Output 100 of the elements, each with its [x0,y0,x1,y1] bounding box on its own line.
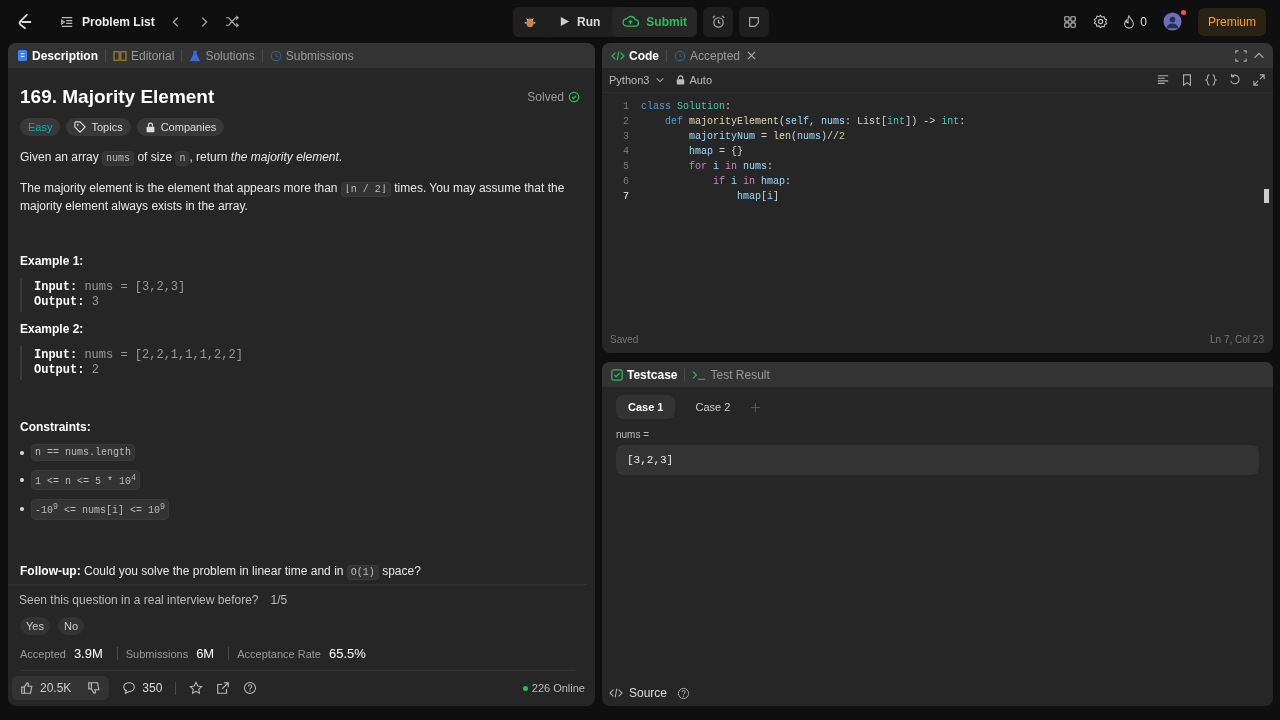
premium-button[interactable]: Premium [1198,7,1266,36]
follow-up-text: Follow-up: Could you solve the problem in linear time and in O(1) space? [20,562,422,581]
line-number: 6 [622,176,630,187]
panel-tab[interactable]: Accepted [673,48,742,63]
problem-title: 169. Majority Element [20,86,215,108]
scrollbar-thumb[interactable] [1264,189,1269,203]
book-icon [113,49,127,62]
example-output-text: Output: 3 [34,295,99,309]
timer-button[interactable] [703,6,733,37]
terminal-icon [692,368,707,381]
code-icon [609,687,623,699]
description-text: Given an array nums of size n , return the majority element. [20,149,344,167]
difficulty-tag[interactable]: Easy [20,118,61,136]
parameter-label: nums = [616,429,651,440]
star-icon[interactable] [189,681,204,695]
line-number: 4 [622,146,630,157]
interview-count: 1/5 [270,593,288,607]
case-tab[interactable]: Case 2 [683,395,743,419]
line-number: 7 [622,191,630,202]
lock-icon [144,121,156,133]
save-status: Saved [610,334,639,345]
code-line: for i in nums: [688,161,774,172]
alarm-clock-icon [710,14,726,29]
comment-icon [122,681,137,695]
constraint-code: 1 <= n <= 5 * 10$^{4}$ [31,470,140,491]
check-circle-icon [568,91,580,103]
constraint-code: -10$^{9}$ <= nums[i] <= 10$^{9}$ [31,499,170,520]
note-icon [747,14,761,29]
example-title: Example 1: [20,254,85,268]
share-icon[interactable] [216,681,231,695]
settings-icon[interactable] [1093,14,1109,29]
example-input-text: Input: nums = [2,2,1,1,1,2,2] [34,348,243,362]
problem-list-button[interactable]: Problem List [60,14,155,29]
tag-button[interactable]: Topics [66,118,131,136]
submit-button[interactable]: Submit [612,6,697,37]
close-icon[interactable] [747,51,757,60]
panel-tab[interactable]: Editorial [112,48,176,63]
auto-mode-label: Auto [689,74,712,86]
panel-tab[interactable]: Description [16,48,99,63]
online-dot [522,685,528,691]
expand-icon[interactable] [1253,74,1265,86]
code-line: hmap[i] [736,191,780,202]
tag-icon [74,121,87,133]
comments-button[interactable]: 350 [122,681,163,695]
streak-button[interactable]: 0 [1122,14,1147,29]
panel-tab[interactable]: Submissions [268,48,355,63]
answer-button[interactable]: No [57,617,84,635]
cloud-upload-icon [622,15,640,28]
panel-tab[interactable]: Code [610,48,660,63]
example-input-text: Input: nums = [3,2,3] [34,280,186,294]
chevron-down-icon [656,76,665,84]
cursor-position: Ln 7, Col 23 [1210,334,1264,345]
stat-value: 3.9M [73,646,103,661]
solved-status: Solved [527,90,564,104]
answer-button[interactable]: Yes [20,617,50,635]
code-line: if i in hmap: [712,176,792,187]
constraints-title: Constraints: [20,420,92,434]
parameter-field[interactable]: [3,2,3] [616,445,1259,475]
help-icon[interactable] [243,681,258,695]
stat-label: Accepted [20,647,66,660]
code-line: class Solution: [641,101,732,112]
code-line: hmap = {} [688,146,744,157]
bookmark-icon[interactable] [1181,74,1193,86]
description-text: The majority element is the element that appears more than ⌊n / 2⌋ times. You may assume that the majority element always exists in the array. [20,180,566,214]
shuffle-icon[interactable] [224,14,240,29]
document-icon [17,49,28,62]
notes-button[interactable] [739,6,769,37]
avatar-icon[interactable] [1163,12,1182,31]
line-number: 2 [622,116,630,127]
constraint-code: n == nums.length [31,444,135,461]
list-icon [60,14,74,29]
source-button[interactable]: Source [609,686,668,700]
stat-value: 65.5% [329,646,366,661]
flask-icon [189,49,202,62]
format-icon[interactable] [1157,74,1169,86]
panel-tab[interactable]: Test Result [691,367,771,382]
logo-icon[interactable] [16,12,34,31]
online-count: 226 Online [531,682,585,694]
reset-icon[interactable] [1229,74,1241,86]
history-icon [269,49,282,62]
checkbox-icon [611,368,623,381]
grid-icon[interactable] [1063,14,1078,29]
code-icon [611,49,625,62]
case-tab[interactable]: Case 1 [616,395,676,419]
stat-label: Submissions [125,647,189,660]
lock-icon [676,75,686,85]
thumbs-down-icon [87,681,102,695]
panel-tab[interactable]: Solutions [188,48,256,63]
flame-icon [1122,14,1137,29]
history-icon [674,49,686,62]
language-dropdown[interactable]: Python3 [609,74,665,86]
panel-tab[interactable]: Testcase [610,367,679,382]
example-title: Example 2: [20,322,85,336]
interview-question: Seen this question in a real interview before? [19,593,259,607]
fullscreen-icon[interactable] [1235,49,1247,62]
stat-value: 6M [196,646,215,661]
line-number: 5 [622,161,630,172]
help-icon[interactable] [677,686,691,700]
braces-icon[interactable] [1205,74,1217,86]
tag-button[interactable]: Companies [136,118,225,136]
